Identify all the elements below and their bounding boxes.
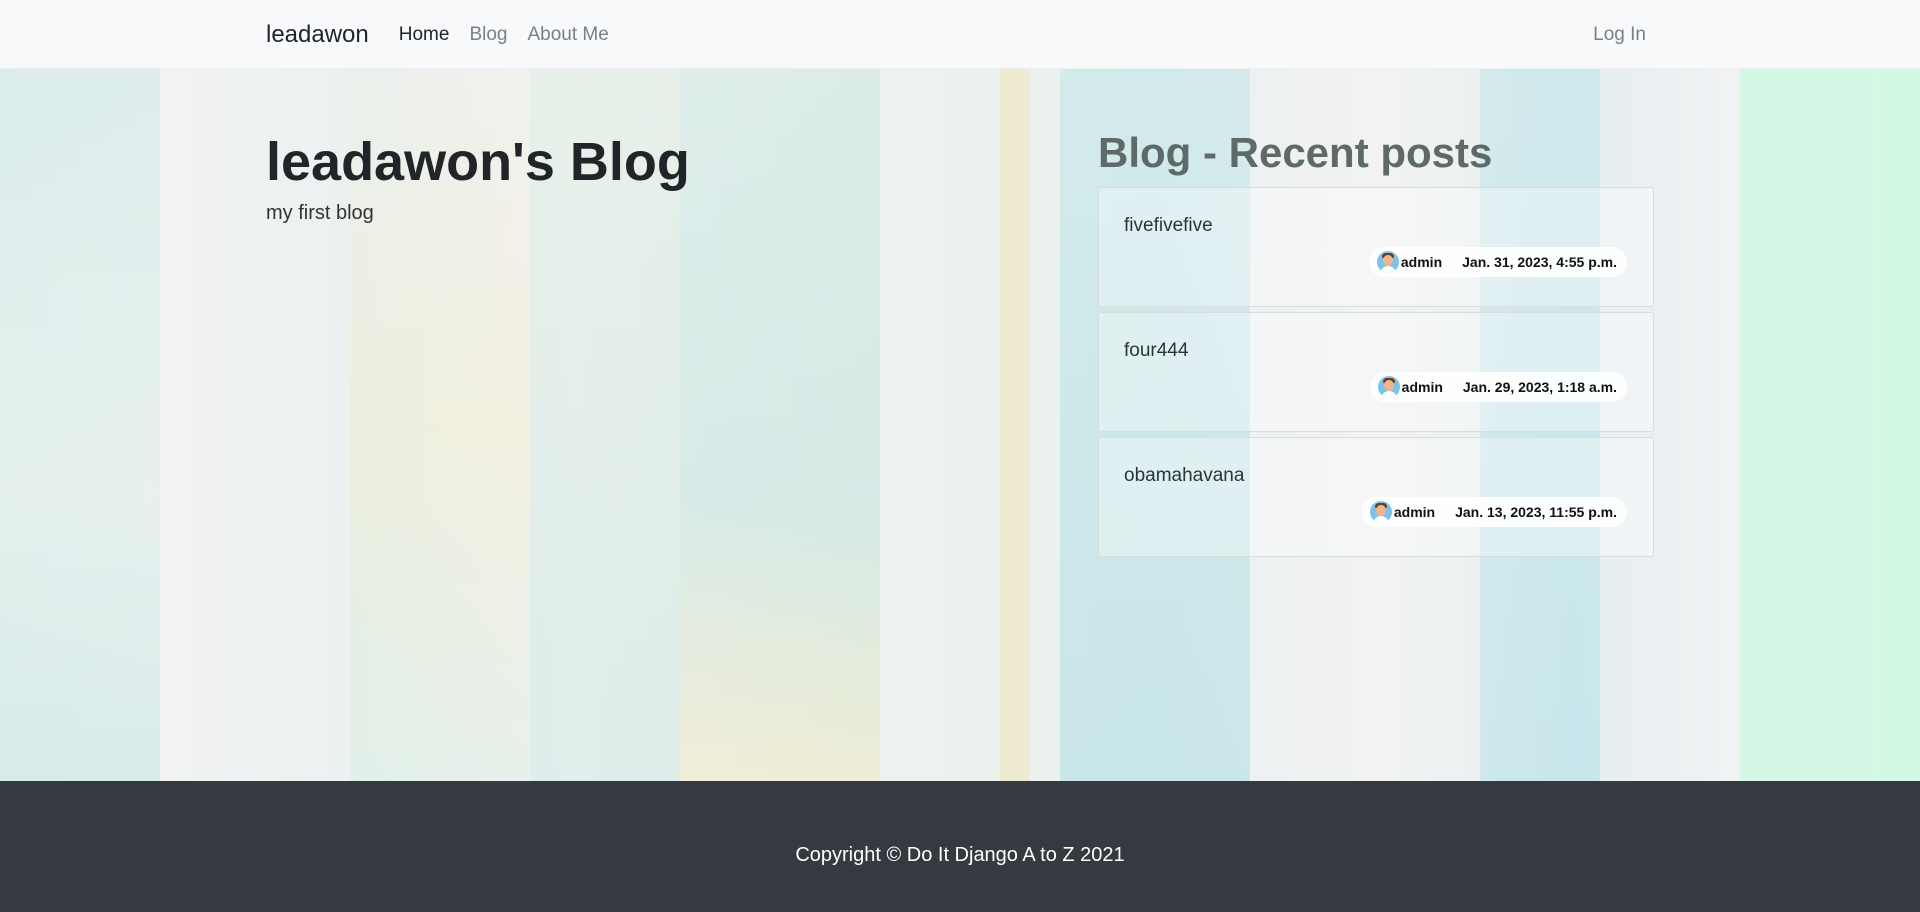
nav-link-blog[interactable]: Blog — [469, 24, 507, 46]
post-author: admin — [1393, 504, 1436, 520]
page-title: leadawon's Blog — [266, 132, 690, 192]
post-title[interactable]: obamahavana — [1124, 465, 1244, 487]
post-date: Jan. 13, 2023, 11:55 p.m. — [1455, 504, 1617, 520]
navbar-container: leadawon Home Blog About Me Log In — [266, 0, 1646, 69]
hero-content: leadawon's Blog my first blog Blog - Rec… — [266, 69, 1654, 781]
recent-posts-heading: Blog - Recent posts — [1098, 129, 1493, 176]
post-meta: admin Jan. 13, 2023, 11:55 p.m. — [1361, 497, 1627, 527]
post-meta: admin Jan. 31, 2023, 4:55 p.m. — [1368, 247, 1627, 277]
post-title[interactable]: four444 — [1124, 340, 1188, 362]
nav-link-about-me[interactable]: About Me — [527, 24, 608, 46]
background-stroke — [1740, 69, 1920, 781]
nav-right: Log In — [1593, 24, 1646, 46]
brand-link[interactable]: leadawon — [266, 21, 369, 49]
page-subtitle: my first blog — [266, 202, 374, 224]
hero-section: leadawon's Blog my first blog Blog - Rec… — [0, 69, 1920, 781]
post-author: admin — [1401, 379, 1443, 395]
post-meta: admin Jan. 29, 2023, 1:18 a.m. — [1369, 372, 1627, 402]
avatar — [1376, 251, 1399, 273]
login-link[interactable]: Log In — [1593, 24, 1646, 45]
post-author: admin — [1400, 254, 1443, 270]
footer-copyright: Copyright © Do It Django A to Z 2021 — [795, 844, 1125, 866]
post-title[interactable]: fivefivefive — [1124, 215, 1213, 237]
post-card[interactable]: four444 admin Jan. 29, 2023, 1:18 a.m. — [1098, 312, 1654, 432]
post-card[interactable]: obamahavana admin Jan. 13, 2023, 11:55 p… — [1098, 437, 1654, 557]
avatar — [1369, 501, 1392, 523]
post-card[interactable]: fivefivefive admin Jan. 31, 2023, 4:55 p… — [1098, 187, 1654, 307]
nav-link-home[interactable]: Home — [399, 24, 450, 46]
avatar — [1377, 376, 1400, 398]
background-stroke — [0, 69, 160, 781]
navbar: leadawon Home Blog About Me Log In — [0, 0, 1920, 69]
post-date: Jan. 29, 2023, 1:18 a.m. — [1462, 379, 1617, 395]
nav-links: Home Blog About Me — [399, 24, 609, 46]
post-date: Jan. 31, 2023, 4:55 p.m. — [1462, 254, 1617, 270]
recent-posts-panel: Blog - Recent posts fivefivefive admin J… — [1098, 129, 1654, 562]
